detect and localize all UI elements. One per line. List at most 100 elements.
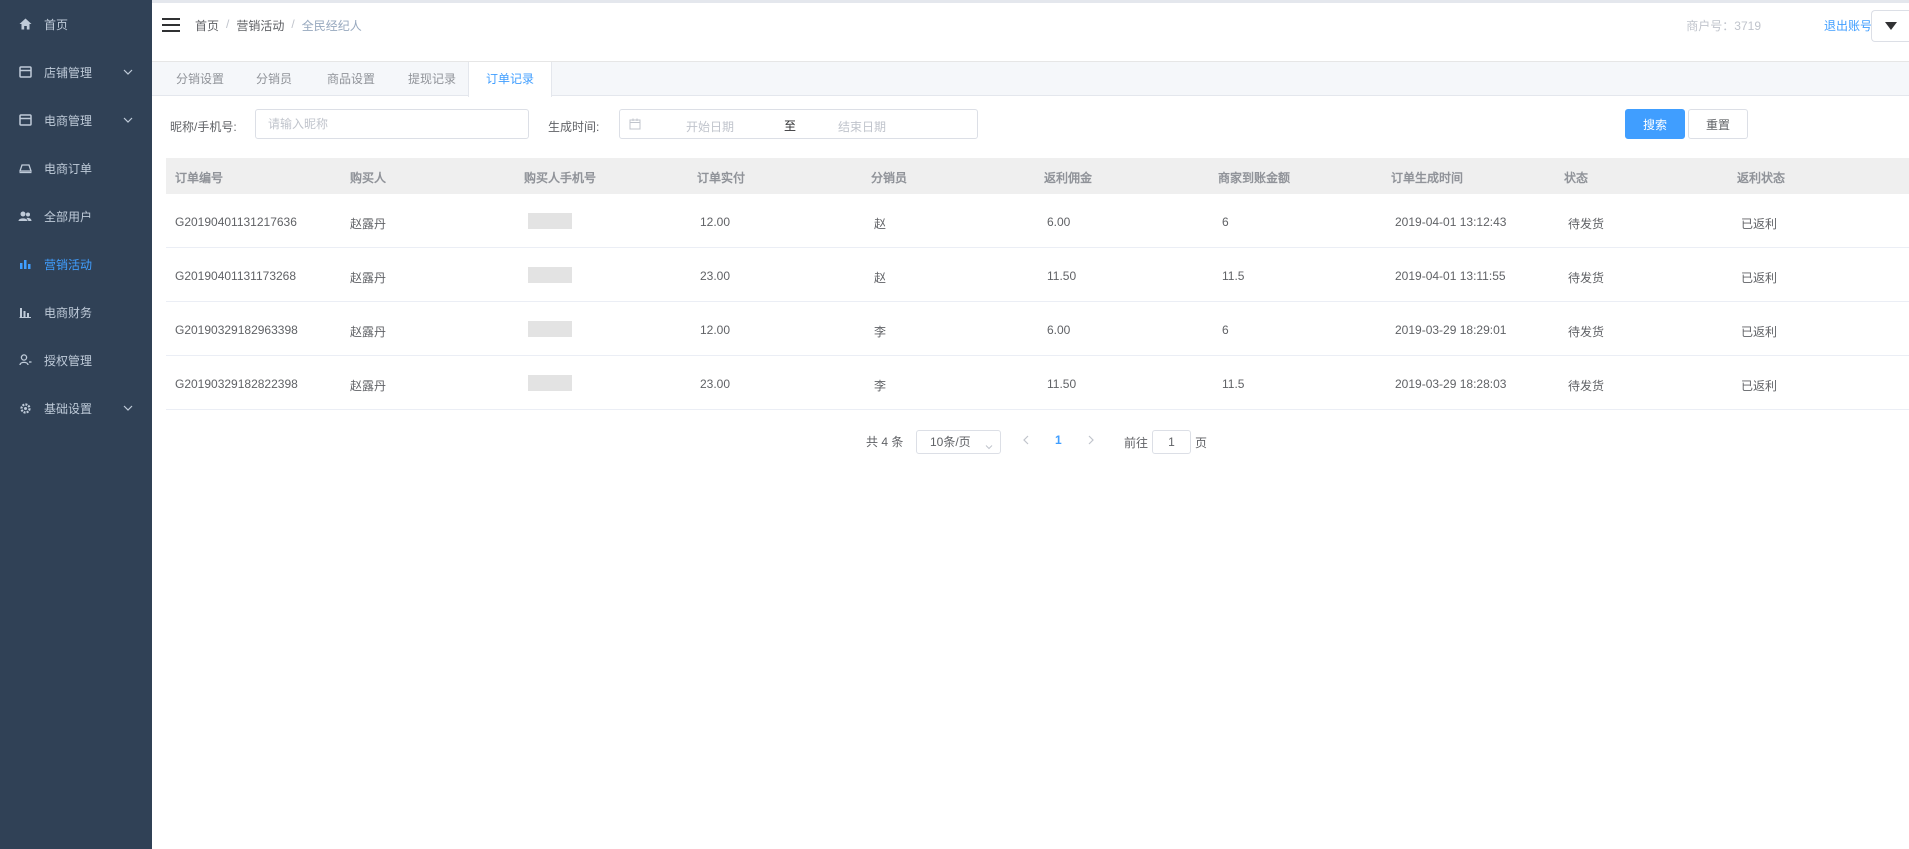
end-date-input[interactable]: 结束日期 [838, 118, 886, 135]
hamburger-menu-icon[interactable] [162, 17, 180, 33]
page-size-value: 10条/页 [930, 435, 971, 449]
buyer-cell: 赵露丹 [350, 325, 387, 339]
paid-amount-cell: 23.00 [700, 269, 731, 283]
distributor-cell: 赵 [874, 217, 887, 231]
sidebar-item-marketing[interactable]: 营销活动 [0, 240, 152, 288]
goto-page-input[interactable]: 1 [1152, 430, 1191, 454]
merchant-amount-cell: 11.5 [1222, 269, 1245, 283]
merchant-amount-cell: 6 [1222, 323, 1229, 337]
time-filter-label: 生成时间: [548, 120, 600, 134]
tab-distributors[interactable]: 分销员 [245, 62, 303, 96]
created-time-cell: 2019-03-29 18:29:01 [1395, 323, 1507, 337]
column-header: 购买人手机号 [524, 171, 597, 185]
created-time-cell: 2019-04-01 13:11:55 [1395, 269, 1506, 283]
column-header: 购买人 [350, 171, 387, 185]
buyer-cell: 赵露丹 [350, 271, 387, 285]
column-header: 订单编号 [175, 171, 224, 185]
paid-amount-cell: 23.00 [700, 377, 731, 391]
tab-withdrawal-records[interactable]: 提现记录 [396, 62, 468, 96]
caret-down-icon [1884, 19, 1897, 33]
sidebar-item-label: 电商订单 [44, 161, 93, 176]
commission-cell: 11.50 [1047, 377, 1077, 391]
start-date-input[interactable]: 开始日期 [686, 118, 734, 135]
sidebar-item-basic-settings[interactable]: 基础设置 [0, 384, 152, 432]
chevron-down-icon [122, 402, 134, 414]
breadcrumb-separator: / [291, 17, 295, 31]
breadcrumb-home[interactable]: 首页 [195, 17, 219, 34]
logout-link[interactable]: 退出账号 [1824, 17, 1872, 34]
sidebar-item-label: 店铺管理 [44, 65, 93, 80]
table-header: 订单编号 购买人 购买人手机号 订单实付 分销员 返利佣金 商家到账金额 订单生… [166, 158, 1909, 194]
rebate-status-cell: 已返利 [1741, 271, 1778, 285]
sidebar-item-finance[interactable]: 电商财务 [0, 288, 152, 336]
breadcrumb-current: 全民经纪人 [301, 19, 362, 33]
top-header: 首页 / 营销活动 / 全民经纪人 商户号：3719 退出账号 [152, 3, 1909, 62]
buyer-cell: 赵露丹 [350, 217, 387, 231]
finance-icon [18, 305, 32, 319]
tab-product-settings[interactable]: 商品设置 [315, 62, 387, 96]
header-dropdown-button[interactable] [1871, 10, 1909, 42]
distributor-cell: 李 [874, 325, 887, 339]
chart-icon [18, 257, 32, 271]
order-icon [18, 161, 32, 175]
sidebar: 首页 店铺管理 电商管理 电商订单 全部用户 营销活动 电商财务 授权管理 基础… [0, 0, 152, 849]
page-size-select[interactable]: 10条/页 [916, 430, 1001, 454]
order-number-cell: G20190401131217636 [175, 215, 297, 229]
paid-amount-cell: 12.00 [700, 215, 731, 229]
redacted-phone-cell [528, 267, 572, 283]
sidebar-item-label: 首页 [44, 17, 69, 32]
page-number-current[interactable]: 1 [1055, 433, 1062, 447]
sidebar-item-store-management[interactable]: 店铺管理 [0, 48, 152, 96]
column-header: 订单生成时间 [1391, 171, 1464, 185]
page-unit-label: 页 [1195, 436, 1208, 450]
nickname-search-input[interactable] [255, 109, 529, 139]
merchant-amount-cell: 6 [1222, 215, 1229, 229]
sidebar-item-home[interactable]: 首页 [0, 0, 152, 48]
sidebar-item-authorization[interactable]: 授权管理 [0, 336, 152, 384]
created-time-cell: 2019-03-29 18:28:03 [1395, 377, 1507, 391]
order-records-table: 订单编号 购买人 购买人手机号 订单实付 分销员 返利佣金 商家到账金额 订单生… [166, 158, 1909, 410]
name-filter-label: 昵称/手机号: [170, 120, 237, 134]
redacted-phone-cell [528, 213, 572, 229]
status-cell: 待发货 [1568, 325, 1605, 339]
status-cell: 待发货 [1568, 271, 1605, 285]
order-number-cell: G20190401131173268 [175, 269, 297, 283]
breadcrumb: 首页 / 营销活动 / 全民经纪人 [195, 17, 362, 34]
merchant-id: 商户号：3719 [1686, 19, 1761, 33]
column-header: 返利状态 [1737, 171, 1786, 185]
table-row[interactable]: G20190401131173268 赵露丹 23.00 赵 11.50 11.… [166, 248, 1909, 302]
rebate-status-cell: 已返利 [1741, 217, 1778, 231]
store-icon [18, 65, 32, 79]
users-icon [18, 209, 32, 223]
status-cell: 待发货 [1568, 379, 1605, 393]
prev-page-icon[interactable] [1019, 433, 1033, 447]
column-header: 商家到账金额 [1218, 171, 1291, 185]
table-row[interactable]: G20190329182822398 赵露丹 23.00 李 11.50 11.… [166, 356, 1909, 410]
sidebar-item-label: 电商财务 [44, 305, 93, 320]
breadcrumb-marketing[interactable]: 营销活动 [236, 17, 284, 34]
search-button[interactable]: 搜索 [1625, 109, 1685, 139]
sidebar-item-ecommerce-management[interactable]: 电商管理 [0, 96, 152, 144]
tab-order-records[interactable]: 订单记录 [468, 62, 552, 97]
commission-cell: 6.00 [1047, 215, 1071, 229]
paid-amount-cell: 12.00 [700, 323, 731, 337]
column-header: 状态 [1564, 171, 1589, 185]
date-range-separator: 至 [784, 119, 797, 133]
user-key-icon [18, 353, 32, 367]
redacted-phone-cell [528, 321, 572, 337]
tab-distribution-settings[interactable]: 分销设置 [164, 62, 236, 96]
distributor-cell: 李 [874, 379, 887, 393]
date-range-picker[interactable]: 开始日期 至 结束日期 [619, 109, 978, 139]
sidebar-item-ecommerce-orders[interactable]: 电商订单 [0, 144, 152, 192]
chevron-down-icon [984, 437, 994, 450]
sidebar-item-all-users[interactable]: 全部用户 [0, 192, 152, 240]
column-header: 分销员 [871, 171, 908, 185]
home-icon [18, 17, 32, 31]
sidebar-item-label: 电商管理 [44, 113, 93, 128]
column-header: 返利佣金 [1044, 171, 1093, 185]
merchant-amount-cell: 11.5 [1222, 377, 1245, 391]
table-row[interactable]: G20190401131217636 赵露丹 12.00 赵 6.00 6 20… [166, 194, 1909, 248]
reset-button[interactable]: 重置 [1688, 109, 1748, 139]
next-page-icon[interactable] [1084, 433, 1098, 447]
table-row[interactable]: G20190329182963398 赵露丹 12.00 李 6.00 6 20… [166, 302, 1909, 356]
